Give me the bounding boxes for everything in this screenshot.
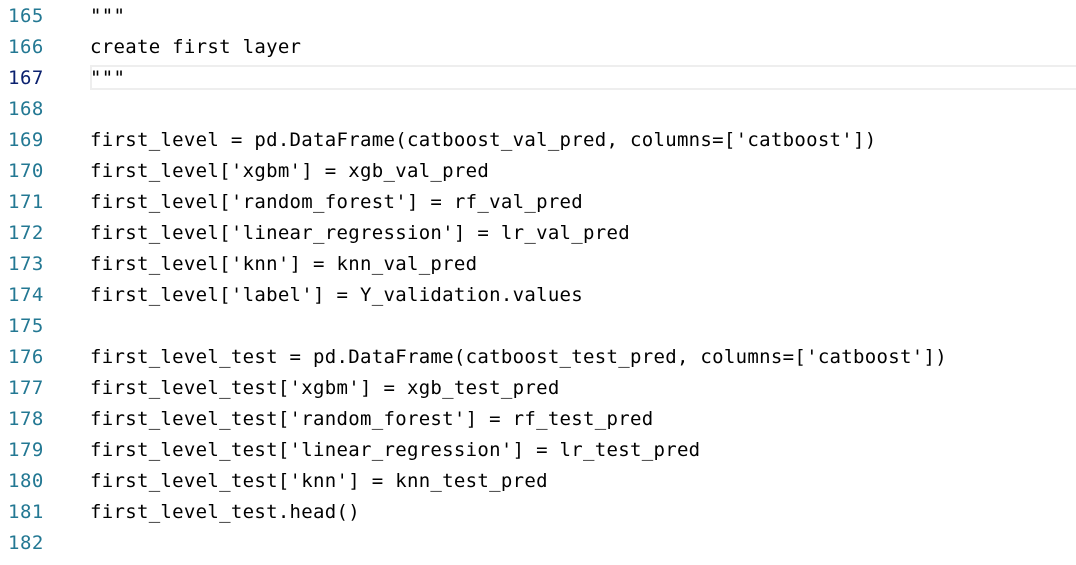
line-number: 165 xyxy=(8,5,44,27)
code-text[interactable]: """ xyxy=(90,1,125,32)
line-number: 182 xyxy=(8,532,44,554)
code-text[interactable]: first_level['xgbm'] = xgb_val_pred xyxy=(90,156,489,187)
line-number: 181 xyxy=(8,501,44,523)
code-line[interactable]: 165 """ xyxy=(0,1,1076,32)
code-editor[interactable]: 165 """ 166 create first layer 167 """ 1… xyxy=(0,0,1076,565)
code-line[interactable]: 177 first_level_test['xgbm'] = xgb_test_… xyxy=(0,373,1076,404)
line-number: 174 xyxy=(8,284,44,306)
line-number: 166 xyxy=(8,36,44,58)
code-text[interactable]: first_level_test['knn'] = knn_test_pred xyxy=(90,466,548,497)
code-line[interactable]: 171 first_level['random_forest'] = rf_va… xyxy=(0,187,1076,218)
code-text[interactable]: first_level['linear_regression'] = lr_va… xyxy=(90,218,630,249)
code-text[interactable]: first_level_test.head() xyxy=(90,497,360,528)
code-line[interactable]: 181 first_level_test.head() xyxy=(0,497,1076,528)
code-line[interactable]: 175 xyxy=(0,311,1076,342)
line-number: 177 xyxy=(8,377,44,399)
code-line[interactable]: 168 xyxy=(0,94,1076,125)
code-text[interactable]: first_level = pd.DataFrame(catboost_val_… xyxy=(90,125,877,156)
line-number: 178 xyxy=(8,408,44,430)
code-line[interactable]: 179 first_level_test['linear_regression'… xyxy=(0,435,1076,466)
line-number: 176 xyxy=(8,346,44,368)
code-line[interactable]: 176 first_level_test = pd.DataFrame(catb… xyxy=(0,342,1076,373)
code-line[interactable]: 180 first_level_test['knn'] = knn_test_p… xyxy=(0,466,1076,497)
code-line[interactable]: 174 first_level['label'] = Y_validation.… xyxy=(0,280,1076,311)
line-number: 179 xyxy=(8,439,44,461)
line-number: 170 xyxy=(8,160,44,182)
line-number: 180 xyxy=(8,470,44,492)
current-line-highlight xyxy=(90,65,1076,90)
code-line[interactable]: 178 first_level_test['random_forest'] = … xyxy=(0,404,1076,435)
code-text[interactable]: create first layer xyxy=(90,32,301,63)
code-line[interactable]: 182 xyxy=(0,528,1076,559)
code-text[interactable]: first_level['label'] = Y_validation.valu… xyxy=(90,280,583,311)
code-line[interactable]: 173 first_level['knn'] = knn_val_pred xyxy=(0,249,1076,280)
code-line-current[interactable]: 167 """ xyxy=(0,63,1076,94)
line-number: 167 xyxy=(8,67,44,89)
code-text[interactable]: first_level_test = pd.DataFrame(catboost… xyxy=(90,342,947,373)
code-text[interactable]: first_level_test['linear_regression'] = … xyxy=(90,435,700,466)
code-line[interactable]: 172 first_level['linear_regression'] = l… xyxy=(0,218,1076,249)
line-number: 169 xyxy=(8,129,44,151)
code-text[interactable]: """ xyxy=(90,63,125,94)
code-line[interactable]: 170 first_level['xgbm'] = xgb_val_pred xyxy=(0,156,1076,187)
code-text[interactable]: first_level_test['xgbm'] = xgb_test_pred xyxy=(90,373,560,404)
code-text[interactable]: first_level['random_forest'] = rf_val_pr… xyxy=(90,187,583,218)
code-text[interactable]: first_level['knn'] = knn_val_pred xyxy=(90,249,477,280)
line-number: 172 xyxy=(8,222,44,244)
line-number: 175 xyxy=(8,315,44,337)
line-number: 173 xyxy=(8,253,44,275)
line-number: 171 xyxy=(8,191,44,213)
code-line[interactable]: 166 create first layer xyxy=(0,32,1076,63)
code-text[interactable]: first_level_test['random_forest'] = rf_t… xyxy=(90,404,653,435)
code-line[interactable]: 169 first_level = pd.DataFrame(catboost_… xyxy=(0,125,1076,156)
line-number: 168 xyxy=(8,98,44,120)
